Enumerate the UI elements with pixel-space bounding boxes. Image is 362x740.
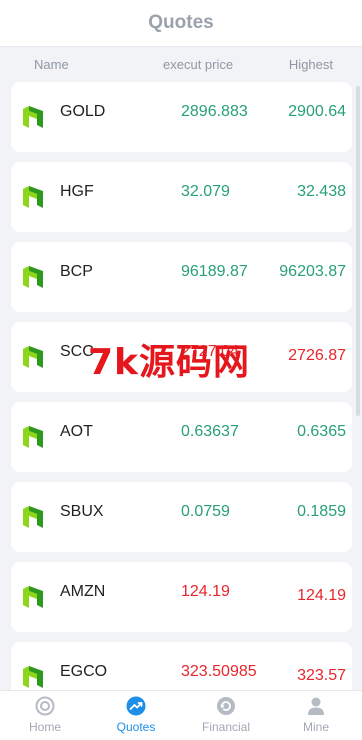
quote-price: 0.63637: [181, 423, 239, 440]
column-headers: Name execut price Highest: [0, 54, 362, 76]
quote-highest: 2726.87: [288, 347, 346, 364]
asset-logo-icon: [22, 185, 44, 209]
quote-highest: 124.19: [297, 587, 346, 604]
quote-symbol: HGF: [60, 183, 94, 200]
column-header-price: execut price: [163, 57, 234, 72]
tab-label: Mine: [302, 720, 329, 734]
quote-highest: 0.6365: [297, 423, 346, 440]
quote-row[interactable]: SBUX 0.0759 0.1859: [11, 482, 352, 552]
user-icon: [308, 697, 324, 715]
asset-logo-icon: [22, 265, 44, 289]
quote-highest: 96203.87: [279, 263, 346, 280]
tab-label: Home: [28, 720, 61, 734]
quote-price: 0.0759: [181, 503, 230, 520]
bottom-tab-bar: Home Quotes Financial Mine: [0, 690, 362, 740]
quotes-icon: [126, 696, 146, 716]
scrollbar[interactable]: [356, 86, 360, 416]
quote-highest: 0.1859: [297, 503, 346, 520]
quote-price: 96189.87: [181, 263, 248, 280]
tab-label: Quotes: [116, 720, 156, 734]
asset-logo-icon: [22, 105, 44, 129]
quote-symbol: SBUX: [60, 503, 104, 520]
financial-icon: [217, 697, 235, 715]
quote-row[interactable]: EGCO 323.50985 323.57: [11, 642, 352, 690]
tab-home[interactable]: Home: [0, 691, 90, 740]
quote-highest: 2900.64: [288, 103, 346, 120]
tab-quotes[interactable]: Quotes: [91, 691, 181, 740]
asset-logo-icon: [22, 425, 44, 449]
quote-highest: 32.438: [297, 183, 346, 200]
column-header-highest: Highest: [288, 57, 333, 72]
quotes-list[interactable]: GOLD 2896.883 2900.64 HGF 32.079 32.438 …: [0, 82, 362, 690]
column-header-name: Name: [34, 57, 69, 72]
quote-symbol: BCP: [60, 263, 93, 280]
quote-symbol: AOT: [60, 423, 93, 440]
page-title: Quotes: [148, 12, 214, 33]
quote-row[interactable]: AMZN 124.19 124.19: [11, 562, 352, 632]
tab-financial[interactable]: Financial: [181, 691, 271, 740]
tab-mine[interactable]: Mine: [271, 691, 361, 740]
quote-row[interactable]: GOLD 2896.883 2900.64: [11, 82, 352, 152]
quote-price: 124.19: [181, 583, 230, 600]
watermark-text: 7k源码网: [88, 342, 250, 383]
quote-price: 32.079: [181, 183, 230, 200]
quote-row[interactable]: AOT 0.63637 0.6365: [11, 402, 352, 472]
asset-logo-icon: [22, 505, 44, 529]
quote-symbol: EGCO: [60, 663, 108, 680]
quote-row[interactable]: HGF 32.079 32.438: [11, 162, 352, 232]
quote-symbol: GOLD: [60, 103, 106, 120]
quote-price: 323.50985: [181, 663, 257, 680]
quote-row[interactable]: BCP 96189.87 96203.87: [11, 242, 352, 312]
asset-logo-icon: [22, 585, 44, 609]
quote-symbol: AMZN: [60, 583, 106, 600]
asset-logo-icon: [22, 345, 44, 369]
tab-label: Financial: [201, 720, 251, 734]
quote-highest: 323.57: [297, 667, 346, 684]
asset-logo-icon: [22, 665, 44, 689]
page-header: Quotes: [0, 0, 362, 47]
quote-price: 2896.883: [181, 103, 248, 120]
home-icon: [35, 696, 55, 716]
